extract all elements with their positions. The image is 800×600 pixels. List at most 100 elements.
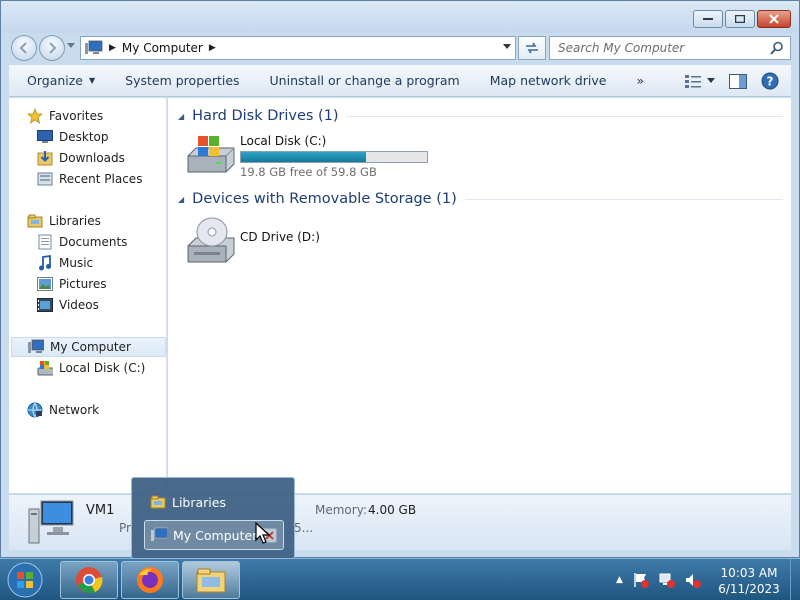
search-placeholder: Search My Computer [558,41,685,55]
recent-places-icon [37,171,53,187]
computer-icon [28,339,44,355]
content-pane: ◢ Hard Disk Drives (1) Local Disk (C:) 1… [168,98,791,493]
show-desktop-button[interactable] [790,559,800,600]
start-button[interactable] [4,560,46,600]
navigation-pane: Favorites Desktop Downloads Recent Place… [9,98,167,493]
drive-name: Local Disk (C:) [240,134,327,148]
action-center-flag-icon[interactable] [633,572,649,588]
nav-label: Local Disk (C:) [59,361,146,375]
taskbar-firefox[interactable] [121,561,179,599]
nav-item-pictures[interactable]: Pictures [37,274,107,294]
memory-value: 4.00 GB [368,503,417,517]
computer-icon [151,527,167,541]
volume-muted-icon[interactable] [685,572,701,588]
address-bar[interactable]: ▶ My Computer ▶ [80,36,516,60]
nav-item-my-computer[interactable]: My Computer [11,337,166,357]
uninstall-program-button[interactable]: Uninstall or change a program [255,73,475,88]
forward-button[interactable] [39,35,65,61]
network-status-icon[interactable] [659,572,675,588]
taskbar: ▲ 10:03 AM 6/11/2023 [0,558,800,600]
minimize-icon [703,18,713,20]
memory-label: Memory: [315,503,367,517]
organize-label: Organize [27,73,83,88]
view-options-icon [685,75,701,88]
navigation-row: ▶ My Computer ▶ Search My Computer [1,33,799,63]
desktop-icon [37,129,53,145]
details-pane: VM1 Memory: 4.00 GB Pr 5... [9,494,791,550]
change-view-button[interactable] [685,74,715,88]
nav-item-local-disk-c[interactable]: Local Disk (C:) [37,358,145,378]
taskbar-explorer[interactable] [182,561,240,599]
group-header-removable-storage[interactable]: ◢ Devices with Removable Storage (1) [178,191,783,207]
chevron-right-icon[interactable]: ▶ [109,43,116,53]
more-commands-button[interactable]: » [621,73,659,88]
refresh-icon [526,42,538,54]
mouse-pointer-icon [255,522,271,544]
drive-item-local-disk-c[interactable]: Local Disk (C:) 19.8 GB free of 59.8 GB [186,134,428,179]
nav-label: Recent Places [59,172,143,186]
drive-free-space: 19.8 GB free of 59.8 GB [240,165,377,179]
recent-pages-dropdown-icon[interactable] [67,43,75,49]
processor-value: 5... [294,521,314,535]
show-hidden-icons-icon[interactable]: ▲ [616,575,623,585]
capacity-bar-fill [241,152,366,162]
arrow-right-icon [49,42,57,54]
music-icon [37,255,53,271]
windows-logo-icon [7,562,43,598]
svg-text:?: ? [767,75,774,89]
group-header-hard-disk-drives[interactable]: ◢ Hard Disk Drives (1) [178,108,783,124]
breadcrumb-my-computer[interactable]: My Computer [122,41,203,55]
nav-item-recent-places[interactable]: Recent Places [37,169,142,189]
nav-item-downloads[interactable]: Downloads [37,148,125,168]
nav-label: Videos [59,298,99,312]
downloads-icon [37,150,53,166]
nav-label: Documents [59,235,128,249]
chevron-down-icon[interactable] [503,44,511,50]
search-box[interactable]: Search My Computer [549,36,791,60]
processor-label: Pr [119,521,131,535]
system-properties-button[interactable]: System properties [110,73,254,88]
map-network-drive-button[interactable]: Map network drive [475,73,622,88]
minimize-button[interactable] [693,10,723,28]
folder-icon [196,568,226,593]
nav-item-network[interactable]: Network [27,400,99,420]
search-icon[interactable] [770,41,784,55]
close-button[interactable] [757,10,791,28]
documents-icon [37,234,53,250]
nav-item-music[interactable]: Music [37,253,93,273]
libraries-icon [27,213,43,229]
nav-label: Music [59,256,94,270]
group-divider [346,115,783,117]
nav-item-libraries[interactable]: Libraries [27,211,101,231]
chevron-right-icon[interactable]: ▶ [209,43,216,53]
star-icon [27,108,43,124]
nav-item-documents[interactable]: Documents [37,232,127,252]
chevron-down-icon: ▼ [89,76,96,85]
computer-name: VM1 [86,503,115,518]
refresh-button[interactable] [518,36,546,60]
nav-label: Downloads [59,151,125,165]
preview-pane-icon[interactable] [729,73,747,89]
back-button[interactable] [11,35,37,61]
nav-label: Favorites [49,109,104,123]
arrow-left-icon [19,42,27,54]
organize-button[interactable]: Organize ▼ [9,73,110,88]
cd-drive-icon [187,217,235,263]
popup-item-libraries[interactable]: Libraries [144,487,284,517]
close-icon [769,14,779,24]
group-title: Devices with Removable Storage (1) [192,191,457,207]
nav-label: My Computer [50,340,131,354]
taskbar-clock[interactable]: 10:03 AM 6/11/2023 [712,565,786,597]
clock-time: 10:03 AM [720,566,778,580]
drive-item-cd-drive-d[interactable]: CD Drive (D:) [186,216,320,264]
maximize-button[interactable] [725,10,755,28]
help-icon[interactable]: ? [761,72,779,90]
nav-label: Pictures [59,277,107,291]
clock-date: 6/11/2023 [718,582,780,596]
nav-label: Desktop [59,130,109,144]
collapse-triangle-icon: ◢ [178,111,185,121]
nav-item-desktop[interactable]: Desktop [37,127,109,147]
nav-item-videos[interactable]: Videos [37,295,99,315]
nav-item-favorites[interactable]: Favorites [27,106,103,126]
taskbar-chrome[interactable] [60,561,118,599]
